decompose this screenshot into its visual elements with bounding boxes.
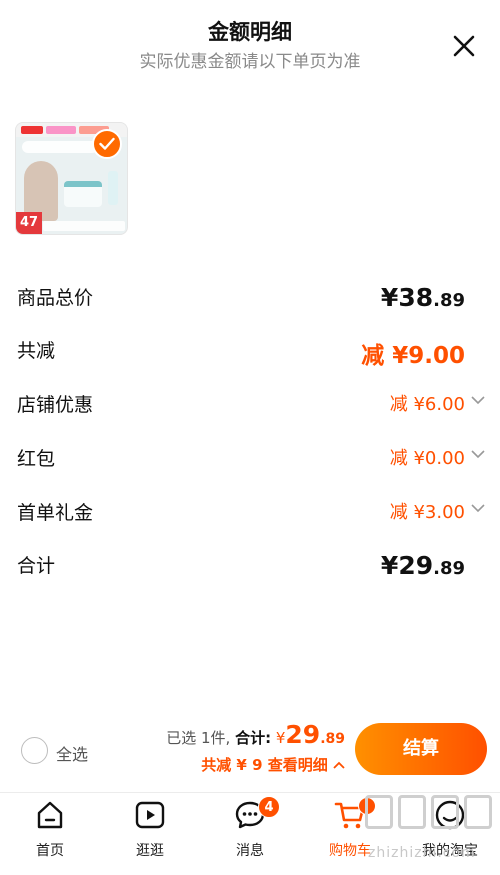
total-price-row: 商品总价 ¥38.89	[17, 283, 487, 313]
product-selected-badge[interactable]	[92, 129, 122, 159]
thumbnail-cream-jar	[64, 181, 102, 207]
page-title: 金额明细	[208, 20, 292, 44]
home-icon	[37, 801, 63, 829]
grand-total-row: 合计 ¥29.89	[17, 551, 487, 581]
total-price-value: ¥38.89	[381, 283, 465, 312]
red-packet-value: 减 ¥0.00	[389, 448, 465, 469]
total-discount-label: 共减	[17, 340, 56, 362]
thumbnail-tag	[21, 126, 43, 134]
checkout-button[interactable]: 结算	[355, 723, 487, 775]
tab-label: 首页	[36, 843, 64, 859]
amount-cents: .89	[433, 290, 465, 311]
page-subtitle: 实际优惠金额请以下单页为准	[139, 52, 361, 72]
amount-main: 38	[398, 283, 434, 312]
view-details-toggle[interactable]: 共减 ¥ 9 查看明细	[201, 754, 345, 775]
summary-total-main: 29	[285, 720, 321, 749]
amount-main: 29	[398, 551, 434, 580]
amount-cents: .89	[433, 558, 465, 579]
cart-summary: 已选 1件, 合计: ¥29.89	[166, 720, 345, 749]
grand-total-value: ¥29.89	[381, 551, 465, 580]
check-icon	[99, 137, 115, 150]
play-icon	[135, 801, 165, 829]
discount-summary: 共减 ¥ 9	[201, 756, 263, 774]
total-price-label: 商品总价	[17, 287, 94, 309]
checkout-bar: 全选 已选 1件, 合计: ¥29.89 共减 ¥ 9 查看明细 结算	[0, 710, 500, 792]
select-all-label: 全选	[56, 745, 89, 764]
summary-total-cents: .89	[320, 731, 345, 747]
tab-browse[interactable]: 逛逛	[100, 799, 200, 864]
select-all-radio[interactable]	[21, 737, 48, 764]
thumbnail-headline	[22, 141, 98, 153]
summary-total-label: 合计:	[235, 729, 272, 747]
tab-home[interactable]: 首页	[0, 799, 100, 864]
unread-badge: 4	[258, 796, 280, 818]
selected-count: 已选 1件,	[166, 729, 231, 747]
currency-symbol: ¥	[380, 283, 399, 312]
tab-messages[interactable]: 4 消息	[200, 796, 300, 864]
chevron-down-icon	[471, 450, 485, 459]
total-discount-row: 共减 减 ¥9.00	[17, 336, 487, 369]
first-order-gift-row[interactable]: 首单礼金 减 ¥3.00	[17, 498, 487, 528]
chevron-down-icon	[471, 504, 485, 513]
thumbnail-tube	[108, 171, 118, 205]
detail-header: 金额明细 实际优惠金额请以下单页为准	[0, 0, 500, 80]
thumbnail-tag	[46, 126, 76, 134]
red-packet-label: 红包	[17, 448, 56, 470]
thumbnail-caption	[43, 221, 125, 231]
thumbnail-price: 47	[16, 212, 42, 234]
view-details-label: 查看明细	[267, 756, 328, 774]
shop-coupon-value: 减 ¥6.00	[389, 394, 465, 415]
currency-symbol: ¥	[380, 551, 399, 580]
shop-coupon-row[interactable]: 店铺优惠 减 ¥6.00	[17, 390, 487, 420]
tab-label: 逛逛	[136, 843, 164, 859]
close-button[interactable]	[448, 30, 480, 62]
first-order-gift-label: 首单礼金	[17, 502, 94, 524]
first-order-gift-value: 减 ¥3.00	[389, 502, 465, 523]
total-discount-value: 减 ¥9.00	[361, 343, 465, 369]
grand-total-label: 合计	[17, 555, 56, 577]
site-watermark-text: zhizhizhi.com	[368, 845, 476, 861]
currency-symbol: ¥	[275, 729, 286, 747]
shop-coupon-label: 店铺优惠	[17, 394, 94, 416]
close-icon	[453, 35, 475, 57]
chevron-down-icon	[471, 396, 485, 405]
chevron-up-icon	[333, 761, 345, 769]
site-watermark-logo	[365, 795, 493, 833]
red-packet-row[interactable]: 红包 减 ¥0.00	[17, 444, 487, 474]
tab-label: 消息	[236, 843, 264, 859]
